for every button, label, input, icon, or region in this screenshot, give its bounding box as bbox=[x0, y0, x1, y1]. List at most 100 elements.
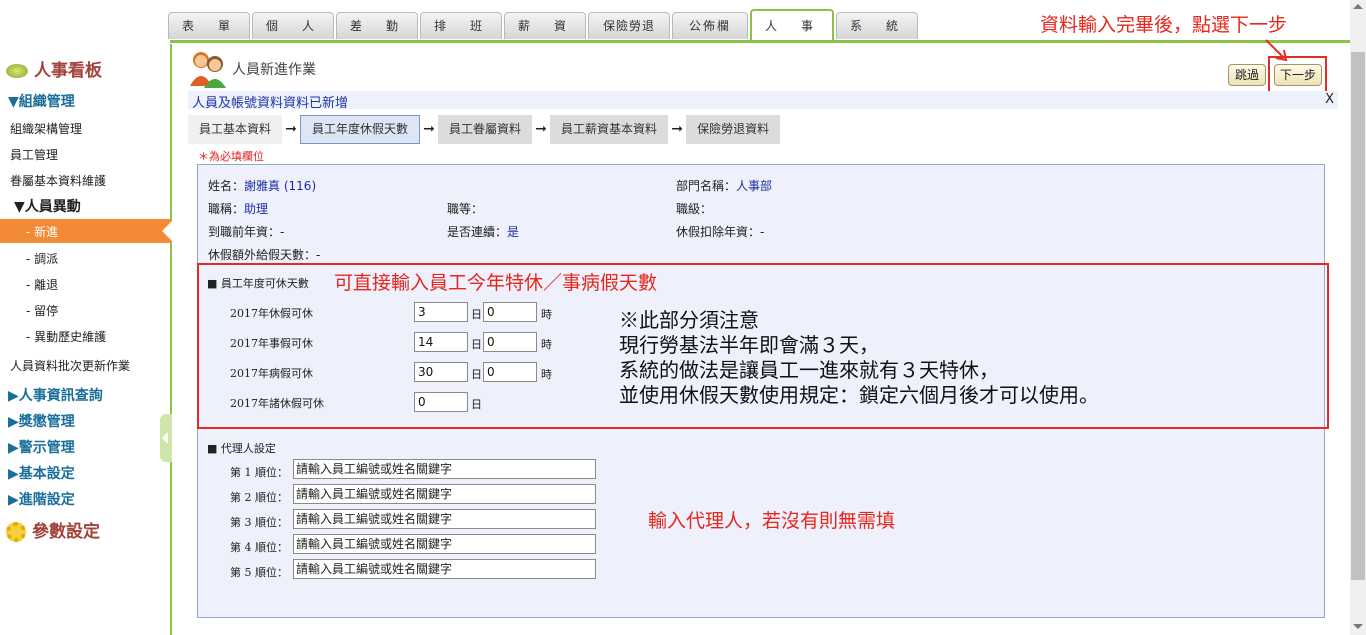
main-tabs: 表 單 個 人 差 勤 排 班 薪 資 保險勞退 公佈欄 人 事 系 統 bbox=[168, 9, 920, 40]
gear-icon bbox=[6, 522, 26, 542]
leave-label-annual: 2017年休假可休 bbox=[230, 307, 313, 320]
job-title: 職稱：助理 bbox=[208, 202, 269, 216]
tab-underline bbox=[170, 40, 1350, 43]
arrow-right-icon: ➞ bbox=[671, 121, 683, 137]
scroll-up-icon[interactable] bbox=[1353, 4, 1363, 9]
sidebar-title: 人事看板 bbox=[6, 56, 102, 81]
prior-seniority: 到職前年資：- bbox=[208, 225, 285, 239]
leave-label-other: 2017年諸休假可休 bbox=[230, 397, 324, 410]
leave-section-title: ■ 員工年度可休天數 bbox=[207, 277, 309, 290]
leave-deduct-seniority: 休假扣除年資：- bbox=[676, 225, 765, 239]
agent-label-5: 第 5 順位： bbox=[230, 566, 288, 579]
sidebar-item-dependents[interactable]: 眷屬基本資料維護 bbox=[10, 172, 106, 189]
annotation-leave: 可直接輸入員工今年特休／事病假天數 bbox=[334, 272, 658, 294]
department: 部門名稱：人事部 bbox=[676, 179, 773, 193]
sidebar-item-label: - 新進 bbox=[26, 225, 59, 239]
sidebar-item-history[interactable]: - 異動歷史維護 bbox=[26, 328, 106, 345]
sidebar-section-alerts[interactable]: ▶警示管理 bbox=[8, 437, 75, 457]
agent-label-2: 第 2 順位： bbox=[230, 491, 288, 504]
step-annual-leave[interactable]: 員工年度休假天數 bbox=[300, 114, 421, 144]
leave-label-personal: 2017年事假可休 bbox=[230, 337, 313, 350]
sidebar-section-query[interactable]: ▶人事資訊查詢 bbox=[8, 385, 103, 405]
sidebar-item-org-structure[interactable]: 組織架構管理 bbox=[10, 120, 82, 137]
agent-input-4[interactable]: 請輸入員工編號或姓名關鍵字 bbox=[293, 534, 596, 554]
job-grade: 職等： bbox=[447, 202, 484, 216]
tab-forms[interactable]: 表 單 bbox=[168, 12, 250, 39]
hour-unit: 時 bbox=[541, 338, 552, 351]
day-unit: 日 bbox=[471, 368, 482, 381]
agent-label-1: 第 1 順位： bbox=[230, 466, 288, 479]
tab-hr[interactable]: 人 事 bbox=[750, 9, 834, 40]
wizard-steps: 員工基本資料 ➞ 員工年度休假天數 ➞ 員工眷屬資料 ➞ 員工薪資基本資料 ➞ … bbox=[188, 114, 781, 144]
sidebar-section-movement[interactable]: ▼人員異動 bbox=[14, 196, 81, 216]
sidebar-param-settings[interactable]: 參數設定 bbox=[6, 517, 100, 542]
personal-hours-input[interactable]: 0 bbox=[483, 332, 537, 352]
scrollbar-thumb[interactable] bbox=[1351, 52, 1365, 580]
agent-label-4: 第 4 順位： bbox=[230, 541, 288, 554]
sidebar-item-employee[interactable]: 員工管理 bbox=[10, 146, 58, 163]
hour-unit: 時 bbox=[541, 308, 552, 321]
sidebar-item-new-hire[interactable]: - 新進 bbox=[0, 219, 174, 243]
step-insurance[interactable]: 保險勞退資料 bbox=[686, 114, 781, 144]
other-days-input[interactable]: 0 bbox=[414, 392, 468, 412]
sick-hours-input[interactable]: 0 bbox=[483, 362, 537, 382]
success-message: 人員及帳號資料資料已新增 X bbox=[188, 91, 1338, 111]
tab-shift[interactable]: 排 班 bbox=[420, 12, 502, 39]
sidebar-section-org[interactable]: ▼組織管理 bbox=[8, 91, 75, 111]
sidebar-item-transfer[interactable]: - 調派 bbox=[26, 250, 58, 267]
sidebar-section-advanced[interactable]: ▶進階設定 bbox=[8, 489, 75, 509]
step-dependents[interactable]: 員工眷屬資料 bbox=[438, 114, 533, 144]
hr-board-icon bbox=[6, 64, 28, 78]
scroll-down-icon[interactable] bbox=[1353, 624, 1363, 629]
sidebar-section-basic[interactable]: ▶基本設定 bbox=[8, 463, 75, 483]
job-level: 職級： bbox=[676, 202, 713, 216]
active-pointer bbox=[162, 219, 174, 243]
sidebar: 人事看板 ▼組織管理 組織架構管理 員工管理 眷屬基本資料維護 ▼人員異動 - … bbox=[0, 44, 174, 635]
annotation-next-step: 資料輸入完畢後，點選下一步 bbox=[1040, 14, 1288, 36]
annotation-agent: 輸入代理人，若沒有則無需填 bbox=[648, 510, 896, 532]
is-continuous: 是否連續：是 bbox=[447, 225, 520, 239]
agent-input-3[interactable]: 請輸入員工編號或姓名關鍵字 bbox=[293, 509, 596, 529]
sidebar-item-resign[interactable]: - 離退 bbox=[26, 276, 58, 293]
day-unit: 日 bbox=[471, 398, 482, 411]
required-note: ＊為必填欄位 bbox=[198, 150, 264, 163]
tab-attendance[interactable]: 差 勤 bbox=[336, 12, 418, 39]
extra-leave-days: 休假額外給假天數：- bbox=[208, 248, 321, 262]
annual-days-input[interactable]: 3 bbox=[414, 302, 468, 322]
employee-name: 姓名：謝雅真 (116) bbox=[208, 179, 317, 193]
next-button[interactable]: 下一步 bbox=[1274, 64, 1322, 86]
leave-highlight-box: ■ 員工年度可休天數 可直接輸入員工今年特休／事病假天數 2017年休假可休 3… bbox=[197, 263, 1329, 429]
sidebar-item-batch-update[interactable]: 人員資料批次更新作業 bbox=[10, 357, 130, 374]
users-icon bbox=[190, 52, 226, 88]
leave-label-sick: 2017年病假可休 bbox=[230, 367, 313, 380]
agent-input-2[interactable]: 請輸入員工編號或姓名關鍵字 bbox=[293, 484, 596, 504]
skip-button[interactable]: 跳過 bbox=[1228, 64, 1266, 86]
tab-insurance[interactable]: 保險勞退 bbox=[588, 12, 670, 39]
sidebar-collapse-handle[interactable] bbox=[160, 414, 172, 462]
agent-label-3: 第 3 順位： bbox=[230, 516, 288, 529]
sidebar-section-rewards[interactable]: ▶獎懲管理 bbox=[8, 411, 75, 431]
day-unit: 日 bbox=[471, 338, 482, 351]
arrow-right-icon: ➞ bbox=[535, 121, 547, 137]
agent-section-title: ■ 代理人設定 bbox=[207, 442, 276, 455]
close-icon[interactable]: X bbox=[1325, 92, 1334, 107]
message-text: 人員及帳號資料資料已新增 bbox=[192, 96, 349, 111]
tab-bulletin[interactable]: 公佈欄 bbox=[672, 12, 748, 39]
personal-days-input[interactable]: 14 bbox=[414, 332, 468, 352]
step-basic-info[interactable]: 員工基本資料 bbox=[188, 114, 283, 144]
sick-days-input[interactable]: 30 bbox=[414, 362, 468, 382]
arrow-right-icon: ➞ bbox=[423, 121, 435, 137]
tab-system[interactable]: 系 統 bbox=[836, 12, 918, 39]
hour-unit: 時 bbox=[541, 368, 552, 381]
tab-payroll[interactable]: 薪 資 bbox=[504, 12, 586, 39]
tab-personal[interactable]: 個 人 bbox=[252, 12, 334, 39]
sidebar-item-suspend[interactable]: - 留停 bbox=[26, 302, 58, 319]
note-line-4: 並使用休假天數使用規定：鎖定六個月後才可以使用。 bbox=[619, 383, 1099, 407]
arrow-right-icon: ➞ bbox=[285, 121, 297, 137]
page-title: 人員新進作業 bbox=[232, 62, 316, 78]
agent-input-1[interactable]: 請輸入員工編號或姓名關鍵字 bbox=[293, 459, 596, 479]
day-unit: 日 bbox=[471, 308, 482, 321]
step-salary[interactable]: 員工薪資基本資料 bbox=[550, 114, 669, 144]
annual-hours-input[interactable]: 0 bbox=[483, 302, 537, 322]
agent-input-5[interactable]: 請輸入員工編號或姓名關鍵字 bbox=[293, 559, 596, 579]
